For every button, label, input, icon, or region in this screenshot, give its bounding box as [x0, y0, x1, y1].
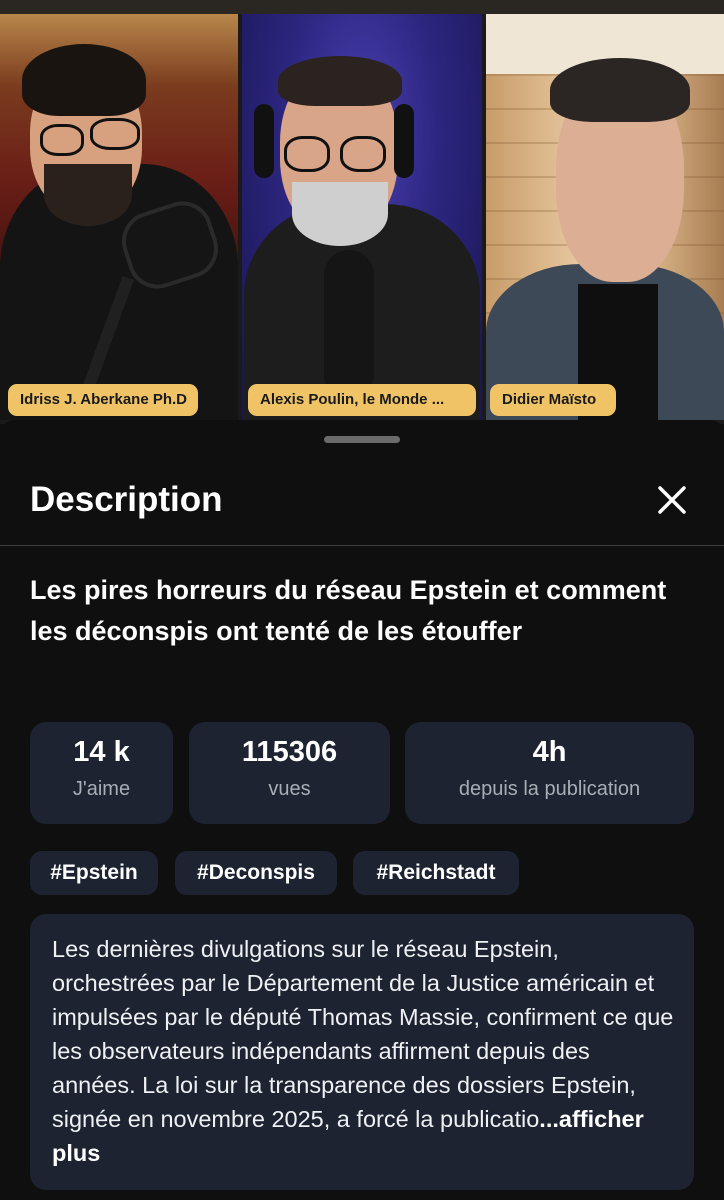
video-top-strip [0, 0, 724, 14]
participant-tile-1 [0, 14, 238, 420]
glasses [90, 118, 140, 150]
publish-time-stat: 4h depuis la publication [405, 722, 694, 824]
publish-time: 4h [532, 736, 567, 768]
hashtag-chip[interactable]: #Epstein [30, 851, 158, 895]
participant-tile-3 [486, 14, 724, 420]
headphones-icon [394, 104, 414, 178]
close-button[interactable] [648, 476, 696, 524]
video-player[interactable]: Idriss J. Aberkane Ph.D Alexis Poulin, l… [0, 0, 724, 424]
participant-hair [550, 58, 690, 122]
views-stat: 115306 vues [189, 722, 390, 824]
participant-beard [292, 182, 388, 246]
likes-label: J'aime [72, 778, 131, 800]
participant-tile-2 [242, 14, 482, 420]
glasses [40, 124, 84, 156]
hashtag-chip[interactable]: #Reichstadt [353, 851, 519, 895]
close-icon [658, 486, 686, 514]
video-title: Les pires horreurs du réseau Epstein et … [30, 575, 667, 646]
description-text: Les dernières divulgations sur le réseau… [52, 932, 678, 1170]
drag-handle[interactable] [324, 436, 400, 443]
likes-count: 14 k [73, 736, 130, 768]
views-label: vues [268, 778, 311, 800]
description-sheet: Description Les pires horreurs du réseau… [0, 420, 724, 1200]
participant-beard [44, 164, 132, 226]
description-body: Les dernières divulgations sur le réseau… [52, 936, 674, 1132]
likes-stat: 14 k J'aime [30, 722, 173, 824]
participant-name-chip: Didier Maïsto [490, 384, 616, 416]
hashtag-chip[interactable]: #Deconspis [175, 851, 337, 895]
views-count: 115306 [241, 736, 338, 768]
participant-name-chip: Alexis Poulin, le Monde ... [248, 384, 476, 416]
participant-hair [278, 56, 402, 106]
glasses [284, 136, 330, 172]
sheet-title: Description [30, 480, 223, 519]
headphones-icon [254, 104, 274, 178]
microphone-icon [324, 250, 374, 400]
divider [0, 545, 724, 546]
publish-time-label: depuis la publication [458, 778, 641, 800]
participant-name-chip: Idriss J. Aberkane Ph.D [8, 384, 198, 416]
participant-hair [22, 44, 146, 116]
glasses [340, 136, 386, 172]
description-box[interactable]: Les dernières divulgations sur le réseau… [30, 914, 694, 1190]
